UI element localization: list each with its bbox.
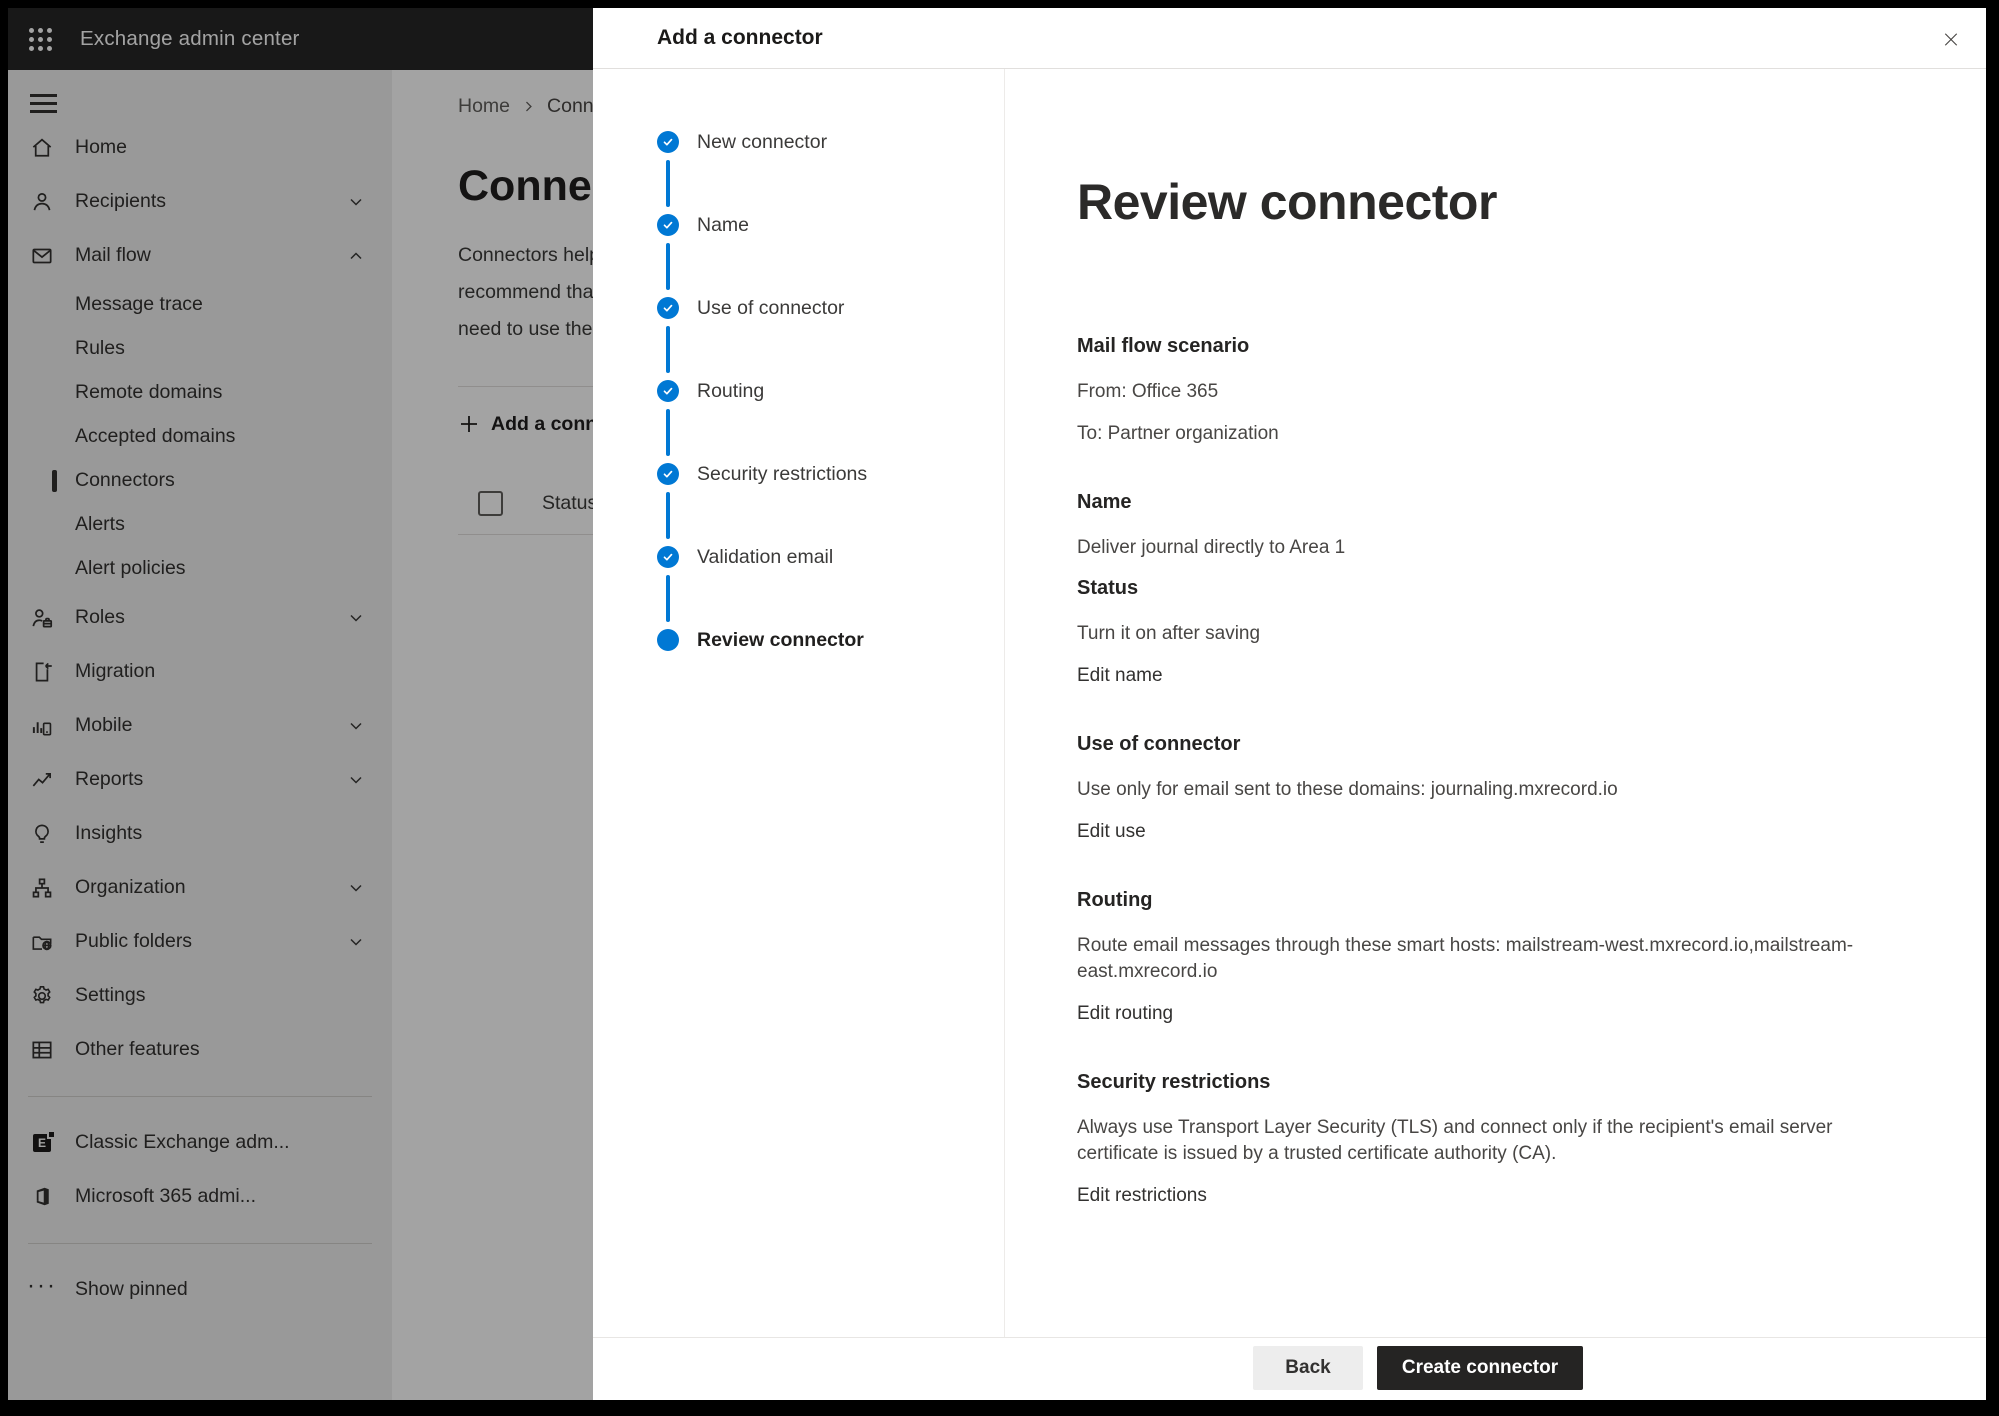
close-icon[interactable] [1936,24,1966,54]
wizard-step-name[interactable]: Name [657,214,1004,297]
section-heading: Mail flow scenario [1077,335,1956,358]
step-complete-icon [657,297,679,319]
section-routing: Routing Route email messages through the… [1077,889,1956,1027]
step-complete-icon [657,131,679,153]
edit-restrictions-link[interactable]: Edit restrictions [1077,1183,1207,1209]
wizard-step-routing[interactable]: Routing [657,380,1004,463]
section-mail-flow-scenario: Mail flow scenario From: Office 365 To: … [1077,335,1956,447]
step-label: Use of connector [697,297,844,320]
security-value-line: Always use Transport Layer Security (TLS… [1077,1115,1956,1141]
add-connector-dialog: Add a connector New connector [593,8,1986,1400]
step-complete-icon [657,214,679,236]
dialog-body: New connector Name Use of connector [593,69,1986,1337]
step-complete-icon [657,463,679,485]
back-button[interactable]: Back [1253,1346,1363,1390]
use-of-connector-value: Use only for email sent to these domains… [1077,777,1956,803]
section-security-restrictions: Security restrictions Always use Transpo… [1077,1071,1956,1209]
step-current-icon [657,629,679,651]
dialog-header: Add a connector [593,8,1986,69]
dialog-title: Add a connector [657,26,823,50]
step-complete-icon [657,380,679,402]
section-heading: Use of connector [1077,733,1956,756]
mail-flow-from: From: Office 365 [1077,379,1956,405]
section-heading: Status [1077,577,1956,600]
connector-status-value: Turn it on after saving [1077,621,1956,647]
wizard-step-security-restrictions[interactable]: Security restrictions [657,463,1004,546]
step-label: Name [697,214,749,237]
section-heading: Name [1077,491,1956,514]
connector-name-value: Deliver journal directly to Area 1 [1077,535,1956,561]
wizard-steps-panel: New connector Name Use of connector [593,69,1005,1337]
security-value-line: certificate is issued by a trusted certi… [1077,1141,1956,1167]
dialog-footer: Back Create connector [593,1337,1986,1400]
section-heading: Security restrictions [1077,1071,1956,1094]
edit-name-link[interactable]: Edit name [1077,663,1163,689]
wizard-step-validation-email[interactable]: Validation email [657,546,1004,629]
edit-use-link[interactable]: Edit use [1077,819,1146,845]
step-label: Validation email [697,546,833,569]
review-heading: Review connector [1077,173,1956,231]
screen: Exchange admin center Home Recipients [0,0,1999,1416]
step-label: New connector [697,131,827,154]
edit-routing-link[interactable]: Edit routing [1077,1001,1173,1027]
routing-value-line: east.mxrecord.io [1077,959,1956,985]
wizard-step-review-connector[interactable]: Review connector [657,629,1004,712]
step-complete-icon [657,546,679,568]
wizard-step-use-of-connector[interactable]: Use of connector [657,297,1004,380]
exchange-admin-center-app: Exchange admin center Home Recipients [8,8,1986,1400]
step-label: Review connector [697,629,864,652]
routing-value-line: Route email messages through these smart… [1077,933,1956,959]
section-name-status: Name Deliver journal directly to Area 1 … [1077,491,1956,689]
create-connector-button[interactable]: Create connector [1377,1346,1583,1390]
review-panel: Review connector Mail flow scenario From… [1005,69,1986,1337]
step-label: Security restrictions [697,463,867,486]
section-use-of-connector: Use of connector Use only for email sent… [1077,733,1956,845]
step-label: Routing [697,380,764,403]
mail-flow-to: To: Partner organization [1077,421,1956,447]
wizard-step-new-connector[interactable]: New connector [657,131,1004,214]
section-heading: Routing [1077,889,1956,912]
